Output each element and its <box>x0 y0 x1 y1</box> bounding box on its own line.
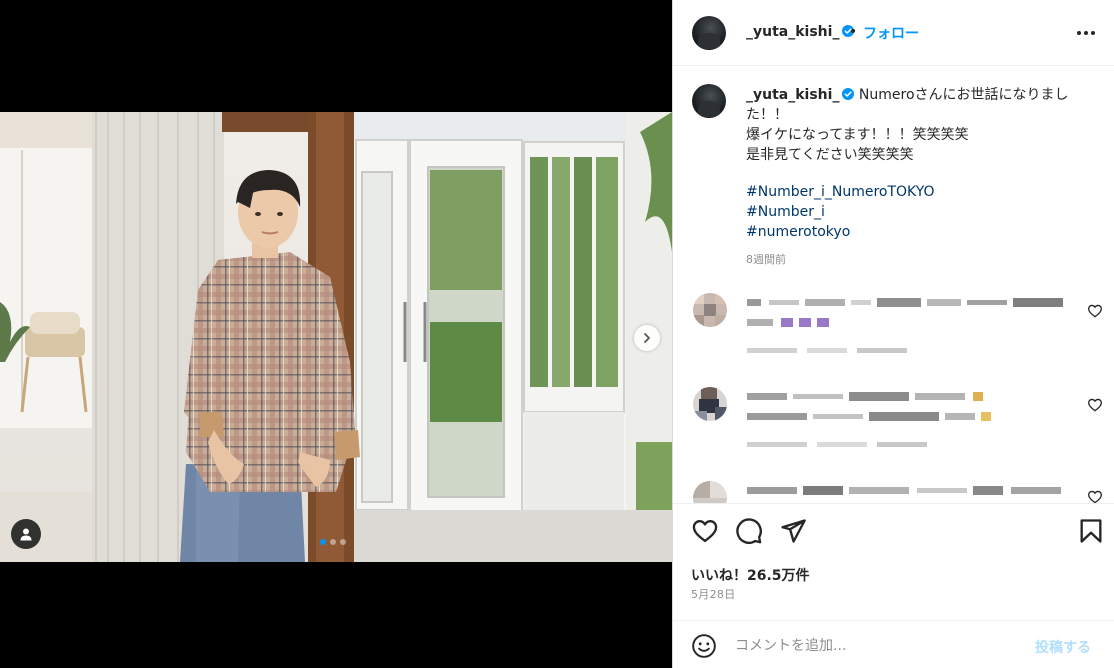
caption-timestamp: 8週間前 <box>746 253 786 266</box>
blurred-avatar[interactable] <box>693 481 727 503</box>
carousel-next-button[interactable] <box>634 325 660 351</box>
caption-text-line: 爆イケになってます！！！笑笑笑笑 <box>746 127 969 143</box>
blurred-avatar[interactable] <box>693 387 727 421</box>
post-caption: _yuta_kishi_ Numeroさんにお世話になりまし た！！ 爆イケにな… <box>746 85 1086 242</box>
carousel-indicator <box>320 539 346 545</box>
hashtag-link[interactable]: #numerotokyo <box>746 222 1086 242</box>
comment-bubble-icon[interactable] <box>735 517 763 545</box>
blurred-comment-text <box>747 298 1063 307</box>
comments-list[interactable]: _yuta_kishi_ Numeroさんにお世話になりまし た！！ 爆イケにな… <box>673 67 1114 503</box>
follow-button[interactable]: フォロー <box>863 23 919 43</box>
caption-username[interactable]: _yuta_kishi_ <box>746 87 839 103</box>
tagged-users-button[interactable] <box>11 519 41 549</box>
comment-input[interactable] <box>735 635 1015 657</box>
caption-text-line: Numeroさんにお世話になりまし <box>858 87 1069 103</box>
media-viewer <box>0 0 672 668</box>
carousel-dot-active <box>320 539 326 545</box>
comment-item-blurred <box>673 293 1114 373</box>
more-horizontal-icon <box>1077 31 1081 35</box>
username-link[interactable]: _yuta_kishi_ <box>746 24 855 40</box>
separator-dot: • <box>849 24 858 40</box>
blurred-comment-text <box>747 412 991 421</box>
more-options-button[interactable] <box>1077 24 1101 42</box>
post-photo[interactable] <box>0 112 672 562</box>
blurred-comment-meta <box>747 348 907 353</box>
post-actions: いいね！26.5万件 5月28日 <box>673 503 1114 633</box>
carousel-dot <box>330 539 336 545</box>
avatar[interactable] <box>692 16 726 50</box>
hashtag-link[interactable]: #Number_i <box>746 202 1086 222</box>
comment-item-blurred <box>673 387 1114 467</box>
verified-badge-icon <box>842 88 855 100</box>
comment-like-heart-icon[interactable] <box>1087 303 1103 319</box>
username-text: _yuta_kishi_ <box>746 24 840 40</box>
blurred-comment-text <box>747 486 1061 495</box>
comment-item-blurred <box>673 481 1114 503</box>
heart-icon[interactable] <box>691 517 719 545</box>
paper-plane-icon[interactable] <box>779 517 807 545</box>
carousel-dot <box>340 539 346 545</box>
more-dot <box>1084 31 1088 35</box>
post-header: _yuta_kishi_ • フォロー <box>673 0 1114 66</box>
post-comment-button[interactable]: 投稿する <box>1035 637 1091 657</box>
more-dot <box>1091 31 1095 35</box>
chevron-right-icon <box>644 333 650 343</box>
hashtag-link[interactable]: #Number_i_NumeroTOKYO <box>746 182 1086 202</box>
user-tag-icon <box>20 528 32 541</box>
blurred-comment-text <box>747 392 983 401</box>
caption-text-line: 是非見てください笑笑笑笑 <box>746 147 914 163</box>
comment-like-heart-icon[interactable] <box>1087 397 1103 413</box>
caption-text-line: た！！ <box>746 107 788 123</box>
post-details-panel: _yuta_kishi_ • フォロー _yuta_kishi_ Numeroさ… <box>672 0 1114 668</box>
likes-count[interactable]: いいね！26.5万件 <box>691 565 810 585</box>
blurred-avatar[interactable] <box>693 293 727 327</box>
post-date[interactable]: 5月28日 <box>691 586 736 602</box>
avatar[interactable] <box>692 84 726 118</box>
bookmark-icon[interactable] <box>1077 517 1105 545</box>
blurred-comment-text <box>747 318 829 327</box>
smiley-icon[interactable] <box>691 633 717 659</box>
comment-like-heart-icon[interactable] <box>1087 489 1103 503</box>
blurred-comment-meta <box>747 442 927 447</box>
add-comment-bar: 投稿する <box>673 620 1114 668</box>
